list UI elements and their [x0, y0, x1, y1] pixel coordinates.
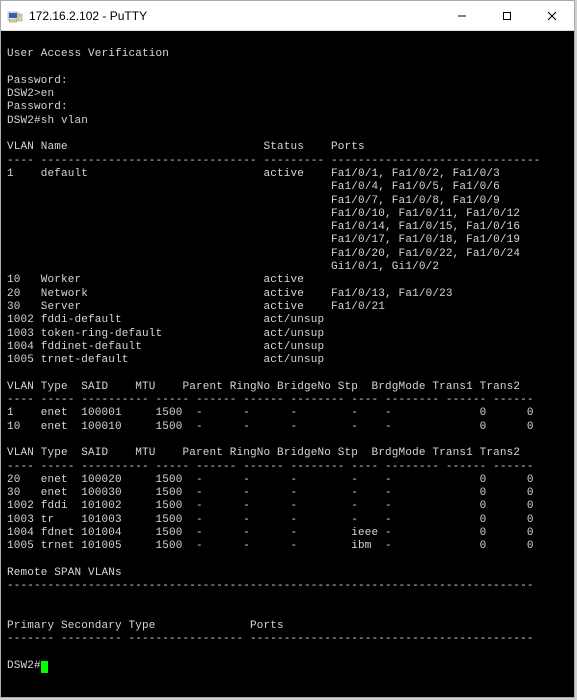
terminal-output[interactable]: User Access Verification Password: DSW2>…	[1, 31, 574, 697]
maximize-button[interactable]	[484, 1, 529, 30]
window-title: 172.16.2.102 - PuTTY	[29, 9, 439, 23]
final-prompt: DSW2#	[7, 660, 41, 672]
minimize-button[interactable]	[439, 1, 484, 30]
cursor-icon	[41, 661, 48, 673]
close-button[interactable]	[529, 1, 574, 30]
putty-window: 172.16.2.102 - PuTTY User Access Verific…	[0, 0, 575, 698]
terminal-text: User Access Verification Password: DSW2>…	[7, 48, 540, 645]
titlebar[interactable]: 172.16.2.102 - PuTTY	[1, 1, 574, 31]
window-controls	[439, 1, 574, 30]
putty-icon	[7, 8, 23, 24]
